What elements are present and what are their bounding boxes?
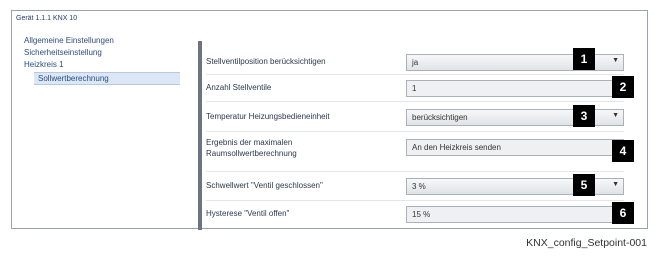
figure-caption: KNX_config_Setpoint-001: [526, 237, 647, 249]
sidebar-item-heating-circuit-1[interactable]: Heizkreis 1: [24, 60, 64, 69]
callout-badge-6: 6: [612, 202, 634, 224]
param-label-line2: Raumsollwertberechnung: [206, 149, 297, 158]
sidebar-item-safety-settings[interactable]: Sicherheitseinstellung: [24, 48, 102, 57]
valve-count-field[interactable]: 1: [406, 80, 624, 97]
param-row-valve-open-hysteresis: Hysterese "Ventil offen" 15 %: [206, 204, 624, 226]
param-row-valve-closed-threshold: Schwellwert "Ventil geschlossen" 3 % ▼: [206, 176, 624, 201]
field-value: berücksichtigen: [412, 113, 468, 122]
field-value: 15 %: [412, 210, 431, 219]
chevron-down-icon: ▼: [612, 57, 619, 64]
callout-badge-3: 3: [573, 105, 595, 127]
callout-badge-4: 4: [612, 140, 634, 162]
param-label-line1: Ergebnis der maximalen: [206, 138, 293, 147]
row-divider: [206, 131, 624, 132]
chevron-down-icon: ▼: [612, 112, 619, 119]
field-value: ja: [412, 58, 419, 67]
field-value: 3 %: [412, 182, 426, 191]
chevron-down-icon: ▼: [612, 181, 619, 188]
valve-open-hysteresis-field[interactable]: 15 %: [406, 206, 624, 223]
sidebar-item-general-settings[interactable]: Allgemeine Einstellungen: [24, 36, 114, 45]
param-row-valve-position: Stellventilposition berücksichtigen ja ▼: [206, 50, 624, 75]
field-value: 1: [412, 84, 417, 93]
param-label: Hysterese "Ventil offen": [206, 209, 290, 218]
param-label: Schwellwert "Ventil geschlossen": [206, 181, 323, 190]
panel-divider: [198, 41, 202, 230]
param-row-max-setpoint-result: Ergebnis der maximalen Raumsollwertberec…: [206, 138, 624, 172]
param-row-temperature-unit: Temperatur Heizungsbedieneinheit berücks…: [206, 106, 624, 132]
max-setpoint-result-field[interactable]: An den Heizkreis senden: [406, 139, 624, 156]
param-label: Stellventilposition berücksichtigen: [206, 57, 326, 66]
param-row-valve-count: Anzahl Stellventile 1: [206, 78, 624, 102]
callout-badge-2: 2: [612, 76, 634, 98]
row-divider: [206, 101, 624, 102]
callout-badge-5: 5: [573, 174, 595, 196]
row-divider: [206, 74, 624, 75]
row-divider: [206, 200, 624, 201]
callout-badge-1: 1: [573, 48, 595, 70]
sidebar-item-setpoint-calculation[interactable]: Sollwertberechnung: [34, 72, 180, 85]
field-value: An den Heizkreis senden: [412, 143, 501, 152]
param-label: Temperatur Heizungsbedieneinheit: [206, 112, 330, 121]
row-divider: [206, 171, 624, 172]
param-label: Anzahl Stellventile: [206, 83, 272, 92]
device-title: Gerät 1.1.1 KNX 10: [16, 15, 78, 22]
